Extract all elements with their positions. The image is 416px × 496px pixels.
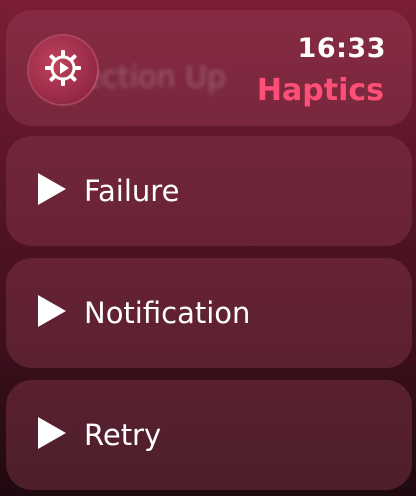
list-item-failure[interactable]: Failure bbox=[6, 136, 412, 246]
list-item-notification[interactable]: Notification bbox=[6, 258, 412, 368]
list-item-label: Failure bbox=[84, 174, 180, 208]
list-item-label: Retry bbox=[84, 418, 162, 452]
list-item-label: Notification bbox=[84, 296, 251, 330]
play-icon bbox=[36, 416, 68, 454]
play-icon bbox=[36, 294, 68, 332]
status-time: 16:33 bbox=[297, 33, 386, 64]
gear-icon bbox=[41, 46, 85, 94]
settings-button[interactable] bbox=[29, 36, 97, 104]
play-icon bbox=[36, 172, 68, 210]
list-item-retry[interactable]: Retry bbox=[6, 380, 412, 490]
app-title: Haptics bbox=[256, 73, 384, 108]
